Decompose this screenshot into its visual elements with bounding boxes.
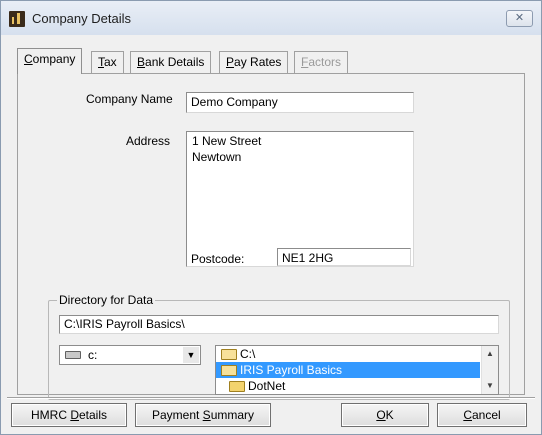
drive-value: c: (88, 348, 98, 362)
close-button[interactable]: ✕ (506, 10, 533, 27)
postcode-label: Postcode: (191, 252, 245, 266)
payment-summary-button[interactable]: Payment Summary (135, 403, 271, 427)
folder-list-scrollbar[interactable]: ▲ ▼ (481, 346, 498, 394)
window-title: Company Details (32, 11, 131, 26)
ok-button[interactable]: OK (341, 403, 429, 427)
drive-icon (65, 351, 81, 359)
address-line-1: 1 New Street (192, 134, 262, 148)
folder-open-icon (221, 349, 237, 360)
folder-item-iris-payroll-basics[interactable]: IRIS Payroll Basics (216, 362, 480, 378)
company-name-label: Company Name (86, 92, 173, 106)
tab-factors: Factors (294, 51, 349, 73)
scroll-up-icon[interactable]: ▲ (482, 346, 498, 362)
company-details-dialog: Company Details ✕ Company Tax Bank Detai… (0, 0, 542, 435)
drive-select[interactable]: c: ▼ (59, 345, 201, 365)
address-line-2: Newtown (192, 150, 242, 164)
app-icon (9, 11, 25, 27)
cancel-button[interactable]: Cancel (437, 403, 527, 427)
company-tab-panel: Company Name Demo Company Address 1 New … (17, 73, 525, 400)
tab-company[interactable]: Company (17, 48, 83, 74)
postcode-field[interactable]: NE1 2HG (277, 248, 411, 266)
company-name-field[interactable]: Demo Company (186, 92, 414, 113)
title-bar[interactable]: Company Details ✕ (1, 1, 541, 35)
scroll-down-icon[interactable]: ▼ (482, 378, 498, 394)
close-icon: ✕ (514, 12, 525, 24)
address-field[interactable]: 1 New Street Newtown Postcode: NE1 2HG (186, 131, 414, 267)
button-separator (7, 397, 535, 399)
tab-bank-details[interactable]: Bank Details (130, 51, 212, 73)
dialog-client-area: Company Tax Bank Details Pay Rates Facto… (7, 35, 535, 431)
folder-item-root[interactable]: C:\ (220, 346, 478, 362)
chevron-down-icon[interactable]: ▼ (183, 347, 199, 363)
folder-open-icon (221, 365, 237, 376)
tab-pay-rates[interactable]: Pay Rates (219, 51, 289, 73)
hmrc-details-button[interactable]: HMRC Details (11, 403, 127, 427)
tab-tax[interactable]: Tax (91, 51, 124, 73)
folder-list[interactable]: C:\ IRIS Payroll Basics DotNet ▲ ▼ (215, 345, 499, 395)
directory-groupbox: Directory for Data C:\IRIS Payroll Basic… (48, 293, 510, 400)
directory-legend: Directory for Data (57, 293, 156, 307)
folder-item-dotnet[interactable]: DotNet (228, 378, 478, 394)
address-label: Address (126, 134, 171, 148)
directory-path-field[interactable]: C:\IRIS Payroll Basics\ (59, 315, 499, 334)
folder-icon (229, 381, 245, 392)
